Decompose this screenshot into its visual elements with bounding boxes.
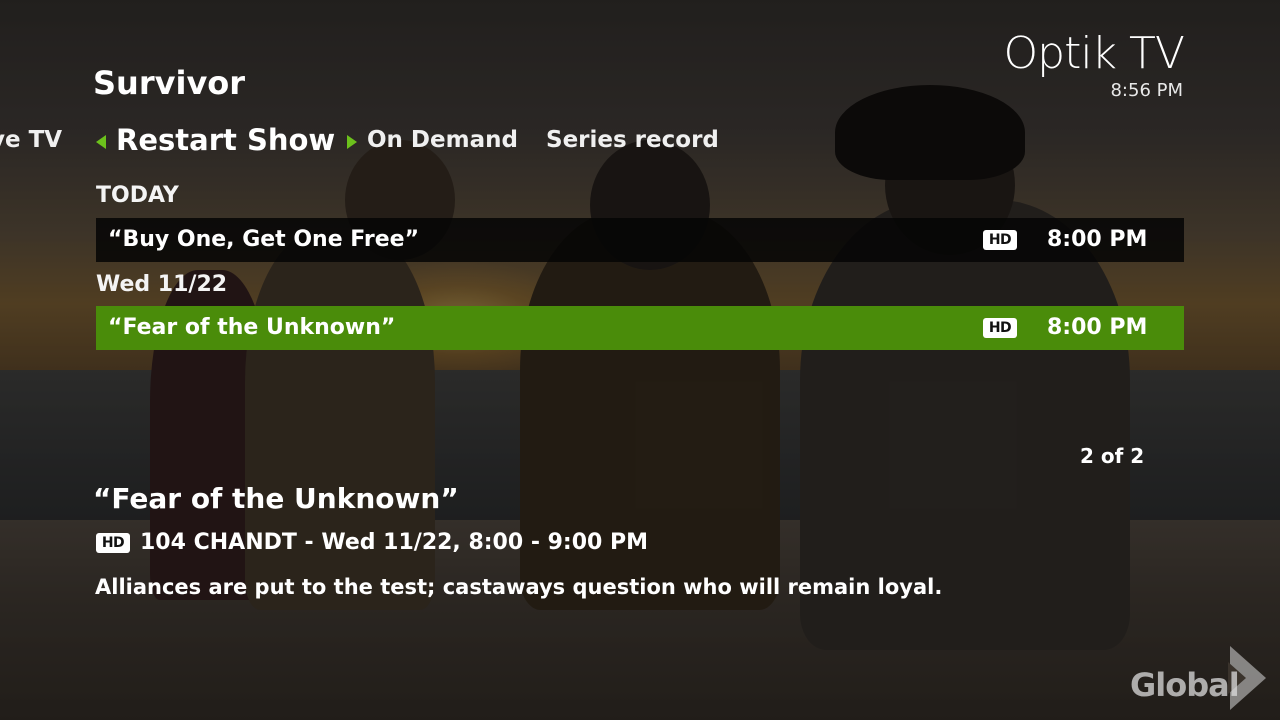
listing-row-selected[interactable]: “Fear of the Unknown” HD 8:00 PM: [96, 306, 1184, 350]
hd-badge: HD: [983, 230, 1017, 250]
detail-meta: HD 104 CHANDT - Wed 11/22, 8:00 - 9:00 PM: [96, 530, 648, 555]
detail-episode-title: “Fear of the Unknown”: [93, 482, 459, 515]
clock: 8:56 PM: [1110, 80, 1183, 101]
channel-name: CHANDT: [193, 530, 297, 555]
tab-on-demand[interactable]: On Demand: [367, 118, 518, 162]
tab-live-tv[interactable]: ve TV: [0, 118, 62, 162]
date-group-label: Wed 11/22: [96, 272, 228, 297]
brand-logo: Optik TV: [1003, 28, 1185, 79]
date-group-label: TODAY: [96, 183, 179, 208]
background-image: [0, 0, 1280, 720]
listing-row[interactable]: “Buy One, Get One Free” HD 8:00 PM: [96, 218, 1184, 262]
network-logo-text: Global: [1130, 666, 1240, 704]
hd-badge: HD: [96, 533, 130, 553]
meta-separator: -: [304, 530, 314, 555]
network-logo: Global: [1128, 646, 1278, 716]
airing-window: Wed 11/22, 8:00 - 9:00 PM: [321, 530, 649, 555]
channel-number: 104: [140, 530, 186, 555]
arrow-right-icon[interactable]: [347, 135, 358, 149]
tab-restart-show[interactable]: Restart Show: [96, 118, 358, 162]
hd-badge: HD: [983, 318, 1017, 338]
pager-indicator: 2 of 2: [1080, 444, 1145, 468]
show-title: Survivor: [93, 64, 246, 102]
episode-title: “Buy One, Get One Free”: [108, 227, 420, 252]
tab-restart-show-label: Restart Show: [116, 123, 336, 157]
episode-description: Alliances are put to the test; castaways…: [95, 575, 943, 599]
episode-title: “Fear of the Unknown”: [108, 315, 396, 340]
air-time: 8:00 PM: [1047, 315, 1148, 340]
tab-series-record[interactable]: Series record: [546, 118, 719, 162]
action-tabs: ve TV Restart Show On Demand Series reco…: [0, 118, 1280, 166]
arrow-left-icon[interactable]: [96, 135, 106, 149]
air-time: 8:00 PM: [1047, 227, 1148, 252]
